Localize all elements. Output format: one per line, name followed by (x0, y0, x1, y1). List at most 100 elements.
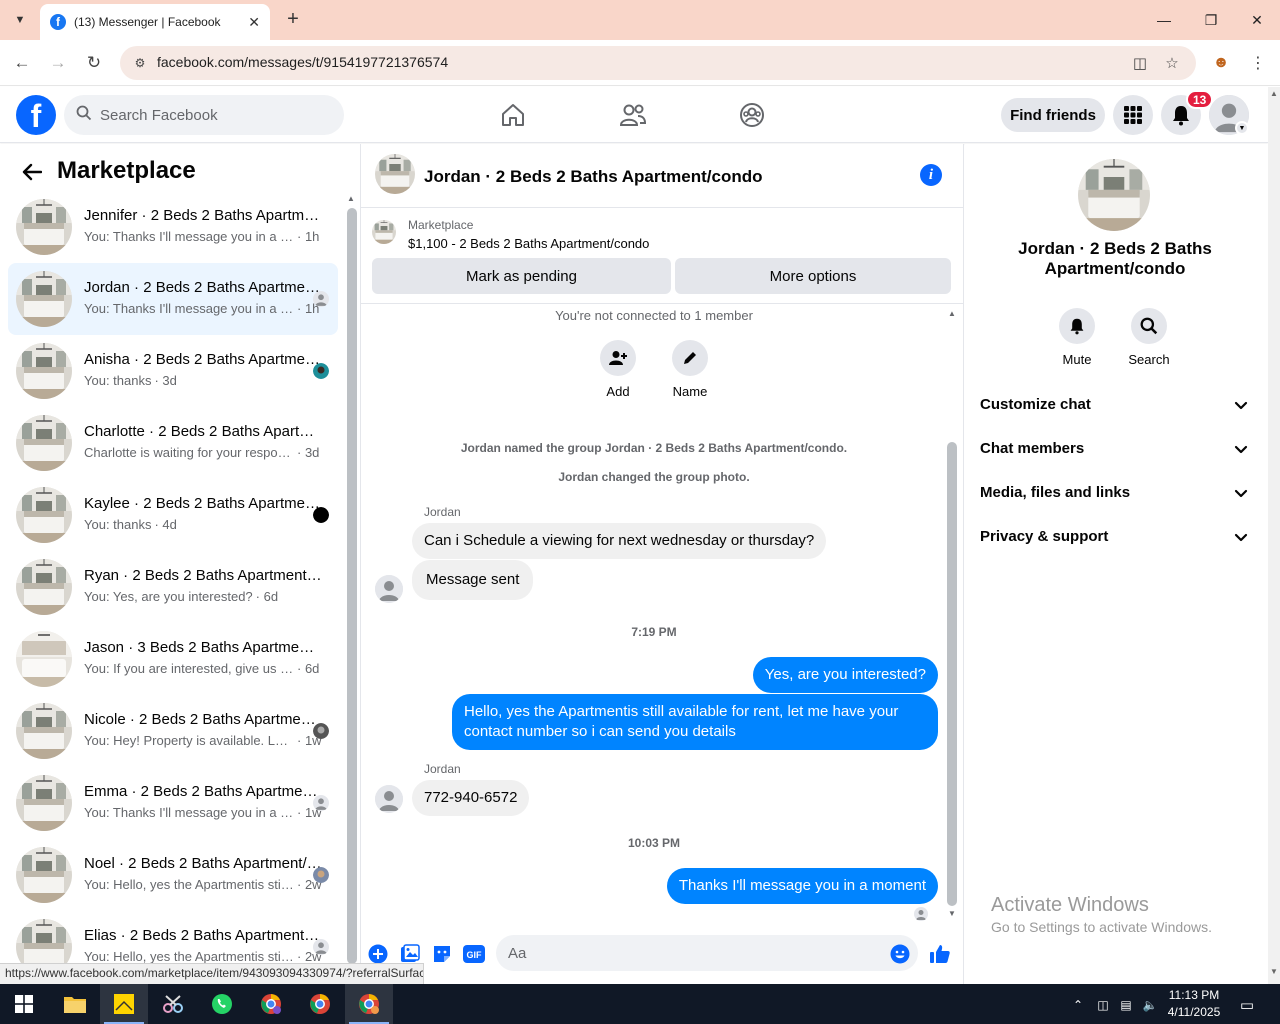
emoji-icon[interactable] (889, 943, 911, 965)
outgoing-message[interactable]: Hello, yes the Apartmentis still availab… (452, 694, 938, 750)
notification-center-icon[interactable]: ▭ (1238, 996, 1256, 1014)
info-icon[interactable]: i (920, 164, 942, 186)
snipping-tool-icon[interactable] (149, 984, 197, 1024)
tab-search-chevron-icon[interactable]: ▼ (8, 8, 32, 32)
sidebar-scrollbar[interactable] (347, 208, 357, 964)
back-arrow-icon[interactable]: ← (10, 51, 34, 75)
menu-grid-icon[interactable] (1113, 95, 1153, 135)
chevron-down-icon (1233, 529, 1249, 545)
minimize-icon[interactable]: — (1141, 0, 1187, 40)
chat-photo[interactable] (1078, 159, 1150, 231)
back-arrow-icon[interactable] (20, 160, 44, 184)
incoming-message[interactable]: Message sent (412, 560, 534, 600)
info-section-chat-members[interactable]: Chat members (973, 427, 1261, 471)
tray-device-icon[interactable]: ◫ (1094, 996, 1112, 1014)
conversation-item[interactable]: Noel · 2 Beds 2 Baths Apartment/condo You… (8, 839, 338, 911)
chat-scroll-down-icon[interactable]: ▼ (948, 909, 956, 918)
plus-circle-icon[interactable] (367, 943, 389, 965)
groups-icon[interactable] (736, 99, 768, 131)
seen-avatar (313, 867, 329, 883)
network-icon[interactable]: ▤ (1117, 996, 1135, 1014)
more-options-button[interactable]: More options (675, 258, 951, 294)
find-friends-button[interactable]: Find friends (1001, 98, 1105, 132)
page-scrollbar[interactable]: ▲ ▼ (1268, 87, 1280, 984)
conversation-name: Noel · 2 Beds 2 Baths Apartment/condo (84, 855, 322, 872)
info-section-privacy-support[interactable]: Privacy & support (973, 515, 1261, 559)
facebook-search[interactable] (64, 95, 344, 135)
mark-pending-button[interactable]: Mark as pending (372, 258, 671, 294)
profile-icon[interactable]: ☻ (1210, 52, 1232, 74)
section-label: Customize chat (980, 396, 1091, 413)
listing-thumbnail[interactable] (372, 220, 396, 244)
address-bar[interactable]: ⚙ facebook.com/messages/t/91541977213765… (120, 46, 1196, 80)
restore-icon[interactable]: ❐ (1188, 0, 1234, 40)
info-section-media-files-and-links[interactable]: Media, files and links (973, 471, 1261, 515)
conversation-item[interactable]: Anisha · 2 Beds 2 Baths Apartment/condo Y… (8, 335, 338, 407)
account-chevron-icon[interactable]: ▼ (1235, 121, 1249, 135)
facebook-header: f Find friends 13 ▼ (0, 87, 1268, 143)
conversation-item[interactable]: Jason · 3 Beds 2 Baths Apartment/condo Yo… (8, 623, 338, 695)
add-member-button[interactable]: Add (588, 340, 648, 399)
rename-button[interactable]: Name (660, 340, 720, 399)
facebook-logo-icon[interactable]: f (16, 95, 56, 135)
conversation-item[interactable]: Nicole · 2 Beds 2 Baths Apartment/condo Y… (8, 695, 338, 767)
section-label: Chat members (980, 440, 1085, 457)
chrome-active-window-icon[interactable] (345, 984, 393, 1024)
outgoing-message[interactable]: Thanks I'll message you in a moment (666, 868, 938, 904)
whatsapp-icon[interactable] (198, 984, 246, 1024)
install-app-icon[interactable]: ◫ (1130, 53, 1150, 73)
info-section-customize-chat[interactable]: Customize chat (973, 383, 1261, 427)
conversation-item[interactable]: Jennifer · 2 Beds 2 Baths Apartment/cond… (8, 191, 338, 263)
home-icon[interactable] (497, 99, 529, 131)
reload-icon[interactable]: ↻ (82, 51, 106, 75)
file-explorer-icon[interactable] (51, 984, 99, 1024)
chat-scrollbar[interactable] (947, 442, 957, 906)
volume-icon[interactable]: 🔈 (1141, 996, 1159, 1014)
sender-avatar[interactable] (375, 575, 403, 603)
conversation-time: · 1h (297, 229, 320, 244)
conversation-item[interactable]: Charlotte · 2 Beds 2 Baths Apartment/con… (8, 407, 338, 479)
conversation-preview: You: Thanks I'll message you in a moment… (84, 805, 324, 820)
message-input[interactable] (496, 935, 918, 971)
new-tab-icon[interactable]: + (282, 8, 304, 30)
windows-start-icon[interactable] (0, 984, 48, 1024)
conversation-item[interactable]: Jordan · 2 Beds 2 Baths Apartment/condo Y… (8, 263, 338, 335)
address-url[interactable]: facebook.com/messages/t/9154197721376574 (157, 54, 448, 70)
activate-windows-title: Activate Windows (991, 894, 1149, 916)
site-info-icon[interactable]: ⚙ (132, 55, 148, 71)
page-scroll-down-icon[interactable]: ▼ (1270, 967, 1278, 976)
search-in-chat-button[interactable]: Search (1119, 308, 1179, 367)
listing-price[interactable]: $1,100 - 2 Beds 2 Baths Apartment/condo (408, 236, 649, 251)
conversation-item[interactable]: Emma · 2 Beds 2 Baths Apartment/condo You… (8, 767, 338, 839)
bookmark-star-icon[interactable]: ☆ (1162, 53, 1182, 73)
incoming-message[interactable]: 772-940-6572 (412, 780, 530, 816)
friends-icon[interactable] (617, 99, 649, 131)
incoming-message[interactable]: Can i Schedule a viewing for next wednes… (412, 523, 827, 559)
chrome-menu-icon[interactable]: ⋮ (1247, 52, 1269, 74)
tray-chevron-up-icon[interactable]: ⌃ (1069, 996, 1087, 1014)
conversation-item[interactable]: Kaylee · 2 Beds 2 Baths Apartment/condo Y… (8, 479, 338, 551)
browser-tab-messenger[interactable]: f (13) Messenger | Facebook ✕ (40, 4, 270, 40)
mute-button[interactable]: Mute (1047, 308, 1107, 367)
chat-scroll-up-icon[interactable]: ▲ (948, 309, 956, 318)
scroll-up-icon[interactable]: ▲ (347, 194, 355, 203)
photo-icon[interactable] (399, 943, 421, 965)
chat-title[interactable]: Jordan · 2 Beds 2 Baths Apartment/condo (424, 167, 762, 187)
conversation-item[interactable]: Ryan · 2 Beds 2 Baths Apartment/condo You… (8, 551, 338, 623)
chrome-icon[interactable] (296, 984, 344, 1024)
page-scroll-up-icon[interactable]: ▲ (1270, 89, 1278, 98)
search-input[interactable] (100, 106, 320, 124)
sticker-icon[interactable] (431, 943, 453, 965)
chrome-profile-icon[interactable] (247, 984, 295, 1024)
chat-thumbnail[interactable] (375, 154, 415, 194)
sender-avatar[interactable] (375, 785, 403, 813)
taskbar-clock[interactable]: 11:13 PM 4/11/2025 (1164, 987, 1224, 1021)
windows-taskbar: ⌃ ◫ ▤ 🔈 11:13 PM 4/11/2025 ▭ (0, 984, 1280, 1024)
outgoing-message[interactable]: Yes, are you interested? (752, 657, 938, 693)
close-tab-icon[interactable]: ✕ (248, 14, 260, 31)
forward-arrow-icon[interactable]: → (46, 51, 70, 75)
window-close-icon[interactable]: ✕ (1234, 0, 1280, 40)
gif-icon[interactable]: GIF (463, 943, 485, 965)
thumbs-up-icon[interactable] (929, 943, 951, 965)
sticky-notes-icon[interactable] (100, 984, 148, 1024)
